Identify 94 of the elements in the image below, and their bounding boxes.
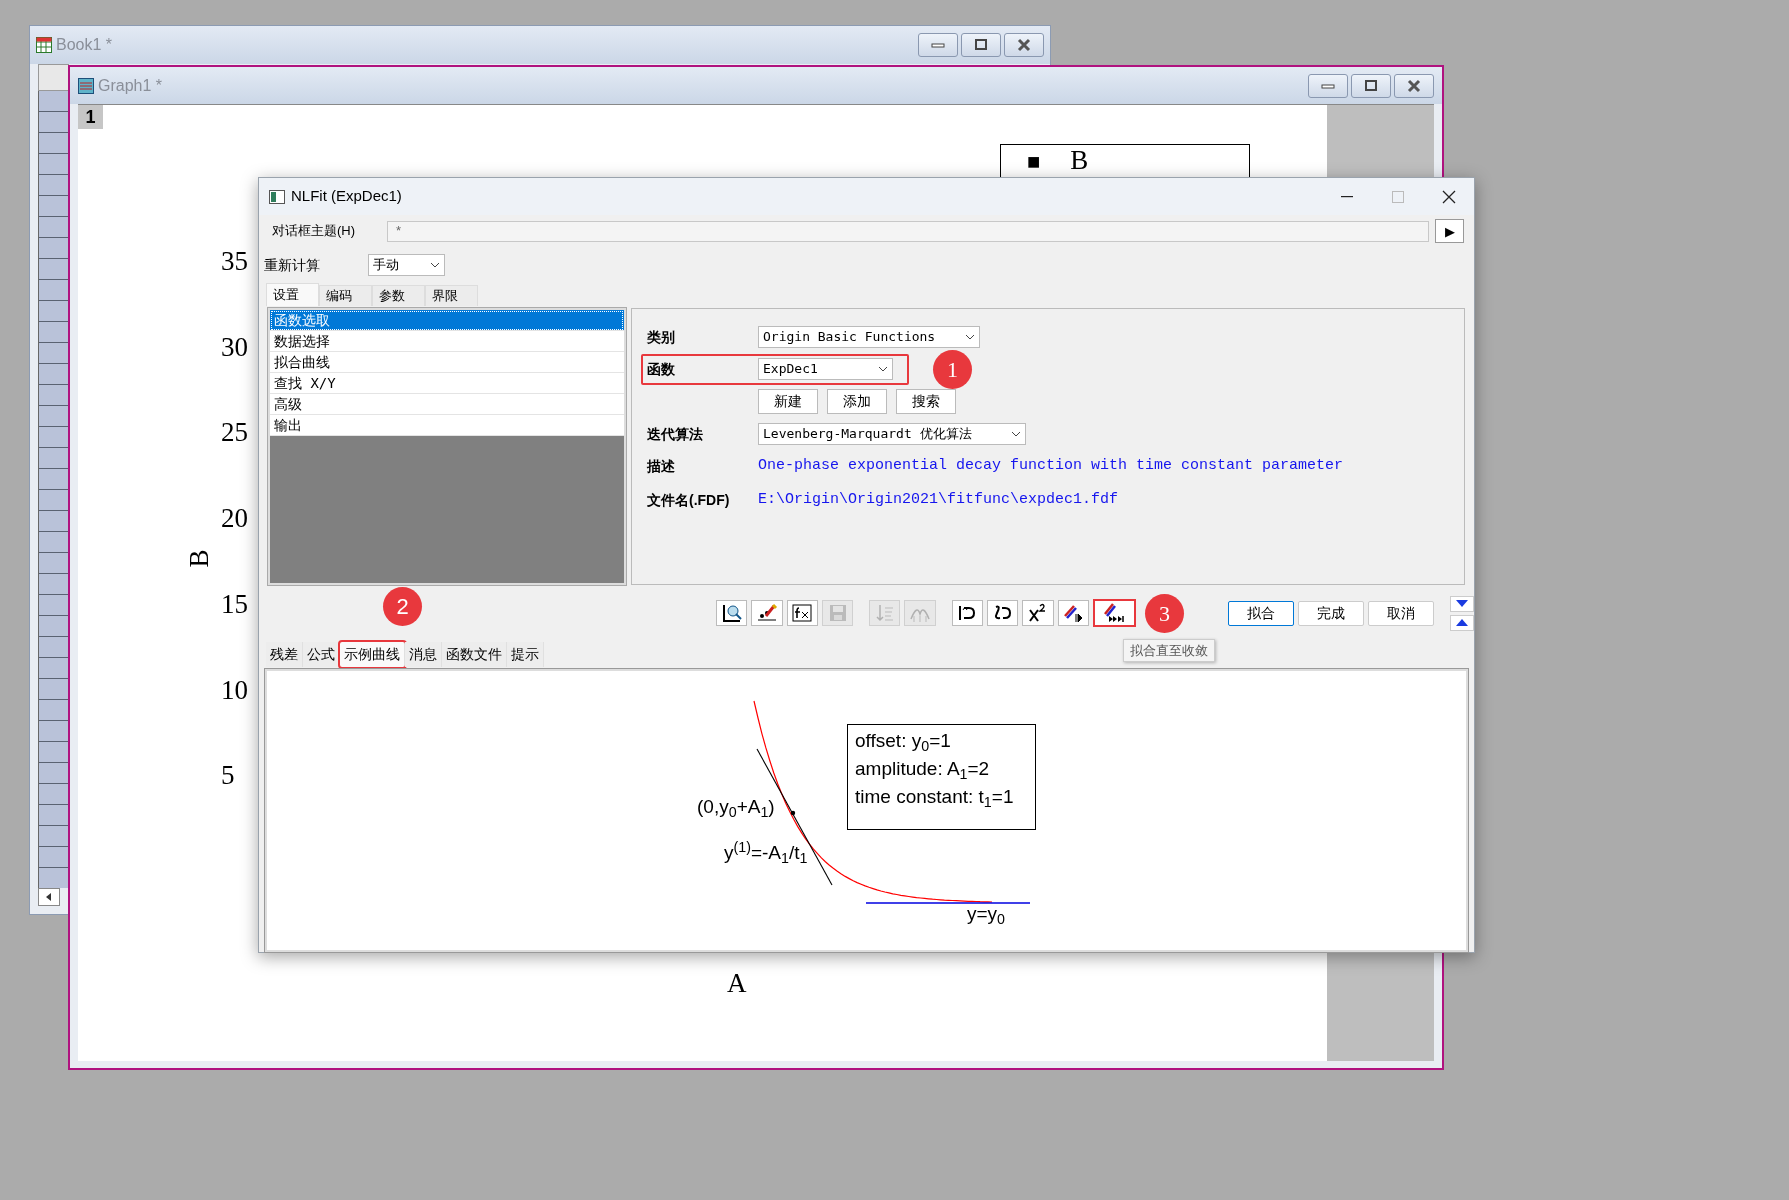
maximize-icon [973, 38, 989, 52]
parameter-text: offset: y$_{0}$=1 [855, 729, 952, 752]
tick-label: 20 [221, 505, 248, 533]
chevron-down-icon [430, 262, 440, 268]
button[interactable]: 拟合 [1228, 600, 1295, 626]
legend-symbol: ■ [1027, 151, 1041, 173]
list-item[interactable]: 输出 [270, 415, 624, 436]
function-tool-button[interactable] [786, 600, 819, 626]
tick-label: 35 [221, 248, 248, 275]
dropdown[interactable]: Levenberg-Marquardt 优化算法 [758, 423, 1026, 445]
number-badge: 2 [383, 587, 422, 626]
point-label: (0,y$_{0}$+A$_{1}$) [697, 795, 775, 822]
tab[interactable]: 界限 [425, 285, 478, 306]
worksheet-icon [36, 37, 52, 53]
legend-label: B [1070, 147, 1089, 174]
undo-tool-button[interactable] [951, 600, 983, 626]
step-tool-button[interactable] [1057, 600, 1089, 626]
close-icon [1406, 78, 1422, 93]
maximize-button[interactable] [961, 33, 1001, 57]
slope-label: y$^{(1)}$=-A$_{1}$/t$_{1}$ [724, 839, 808, 868]
tab[interactable]: 设置 [266, 283, 319, 306]
list-item[interactable]: 拟合曲线 [270, 352, 624, 373]
caret-left-icon [46, 893, 52, 901]
tick-label: 5 [221, 762, 235, 790]
pen-icon [756, 602, 778, 624]
window-title: Graph1 * [98, 75, 163, 96]
tab[interactable]: 消息 [405, 642, 442, 667]
minimize-icon [930, 40, 946, 50]
window-title: NLFit (ExpDec1) [291, 186, 402, 207]
tick-label: 15 [221, 590, 248, 618]
sort-icon [873, 602, 896, 624]
field-label: 对话框主题(H) [272, 222, 357, 241]
collapse-down-button[interactable] [1450, 595, 1475, 612]
tooltip: 拟合直至收敛 [1123, 639, 1215, 662]
info-text: E:\Origin\Origin2021\fitfunc\expdec1.fdf [758, 489, 1119, 510]
chisq-tool-button[interactable] [1022, 600, 1054, 626]
button[interactable]: 取消 [1368, 600, 1435, 626]
search-tool-button[interactable] [716, 600, 748, 626]
chevron-down-icon [878, 366, 888, 372]
list-item[interactable]: 查找 X/Y [270, 373, 624, 394]
tab[interactable]: 参数 [372, 285, 425, 306]
list-item[interactable]: 函数选取 [270, 310, 624, 331]
triangle-down-icon [1456, 600, 1469, 607]
function-icon [791, 602, 814, 624]
button[interactable]: 搜索 [896, 389, 956, 414]
dropdown[interactable]: ExpDec1 [758, 358, 893, 380]
field-label: 迭代算法 [647, 424, 704, 444]
parameter-text: amplitude: A$_{1}$=2 [855, 757, 991, 780]
maximize-icon [1391, 190, 1404, 203]
info-text: One-phase exponential decay function with time constant parameter [758, 455, 1344, 476]
dropdown[interactable]: Origin Basic Functions [758, 326, 980, 348]
minimize-icon [1340, 195, 1353, 198]
tick-label: 25 [221, 419, 248, 447]
undo2-tool-button[interactable] [986, 600, 1019, 626]
window-title: Book1 * [56, 35, 113, 55]
number-badge: 3 [1144, 594, 1184, 633]
graph-icon [78, 77, 94, 94]
close-icon [1441, 189, 1456, 204]
pen-tool-button[interactable] [751, 600, 783, 626]
expand-button[interactable]: ▶ [1435, 219, 1464, 243]
triangle-up-icon [1456, 619, 1469, 626]
close-button[interactable] [1004, 33, 1044, 57]
close-button[interactable] [1394, 73, 1434, 98]
number-badge: 1 [933, 350, 972, 389]
maximize-button[interactable] [1351, 73, 1391, 98]
list-item[interactable]: 数据选择 [270, 331, 624, 352]
tab[interactable]: 编码 [319, 285, 372, 306]
tick-label: 30 [221, 333, 248, 361]
field-label: 重新计算 [264, 255, 321, 275]
chevron-down-icon [1011, 431, 1021, 437]
button[interactable]: 新建 [758, 389, 818, 414]
scroll-left-button[interactable] [38, 888, 60, 906]
button[interactable]: 添加 [827, 389, 887, 414]
field-label: 类别 [647, 327, 676, 347]
app-icon [269, 189, 285, 204]
collapse-up-button[interactable] [1450, 614, 1475, 631]
field-label: 描述 [647, 456, 676, 476]
parameter-text: time constant: t$_{1}$=1 [855, 785, 1015, 808]
list-item[interactable]: 高级 [270, 394, 624, 415]
field-label: 函数 [647, 359, 676, 379]
asymptote-label: y=y$_{0}$ [967, 902, 1006, 929]
axis-title: B [185, 549, 213, 568]
close-icon [1016, 38, 1032, 52]
button[interactable]: 完成 [1298, 600, 1365, 626]
recalculate-dropdown[interactable]: 手动 [368, 254, 445, 276]
layer-tab[interactable]: 1 [78, 105, 103, 129]
chevron-down-icon [965, 334, 975, 340]
tick-label: 10 [221, 676, 248, 704]
axis-title: A [727, 970, 747, 997]
field-label: 文件名(.FDF) [647, 490, 731, 510]
magnifier-icon [720, 602, 743, 624]
maximize-icon [1363, 78, 1379, 93]
theme-field[interactable]: * [387, 220, 1429, 242]
fast-forward-icon [1103, 602, 1126, 624]
